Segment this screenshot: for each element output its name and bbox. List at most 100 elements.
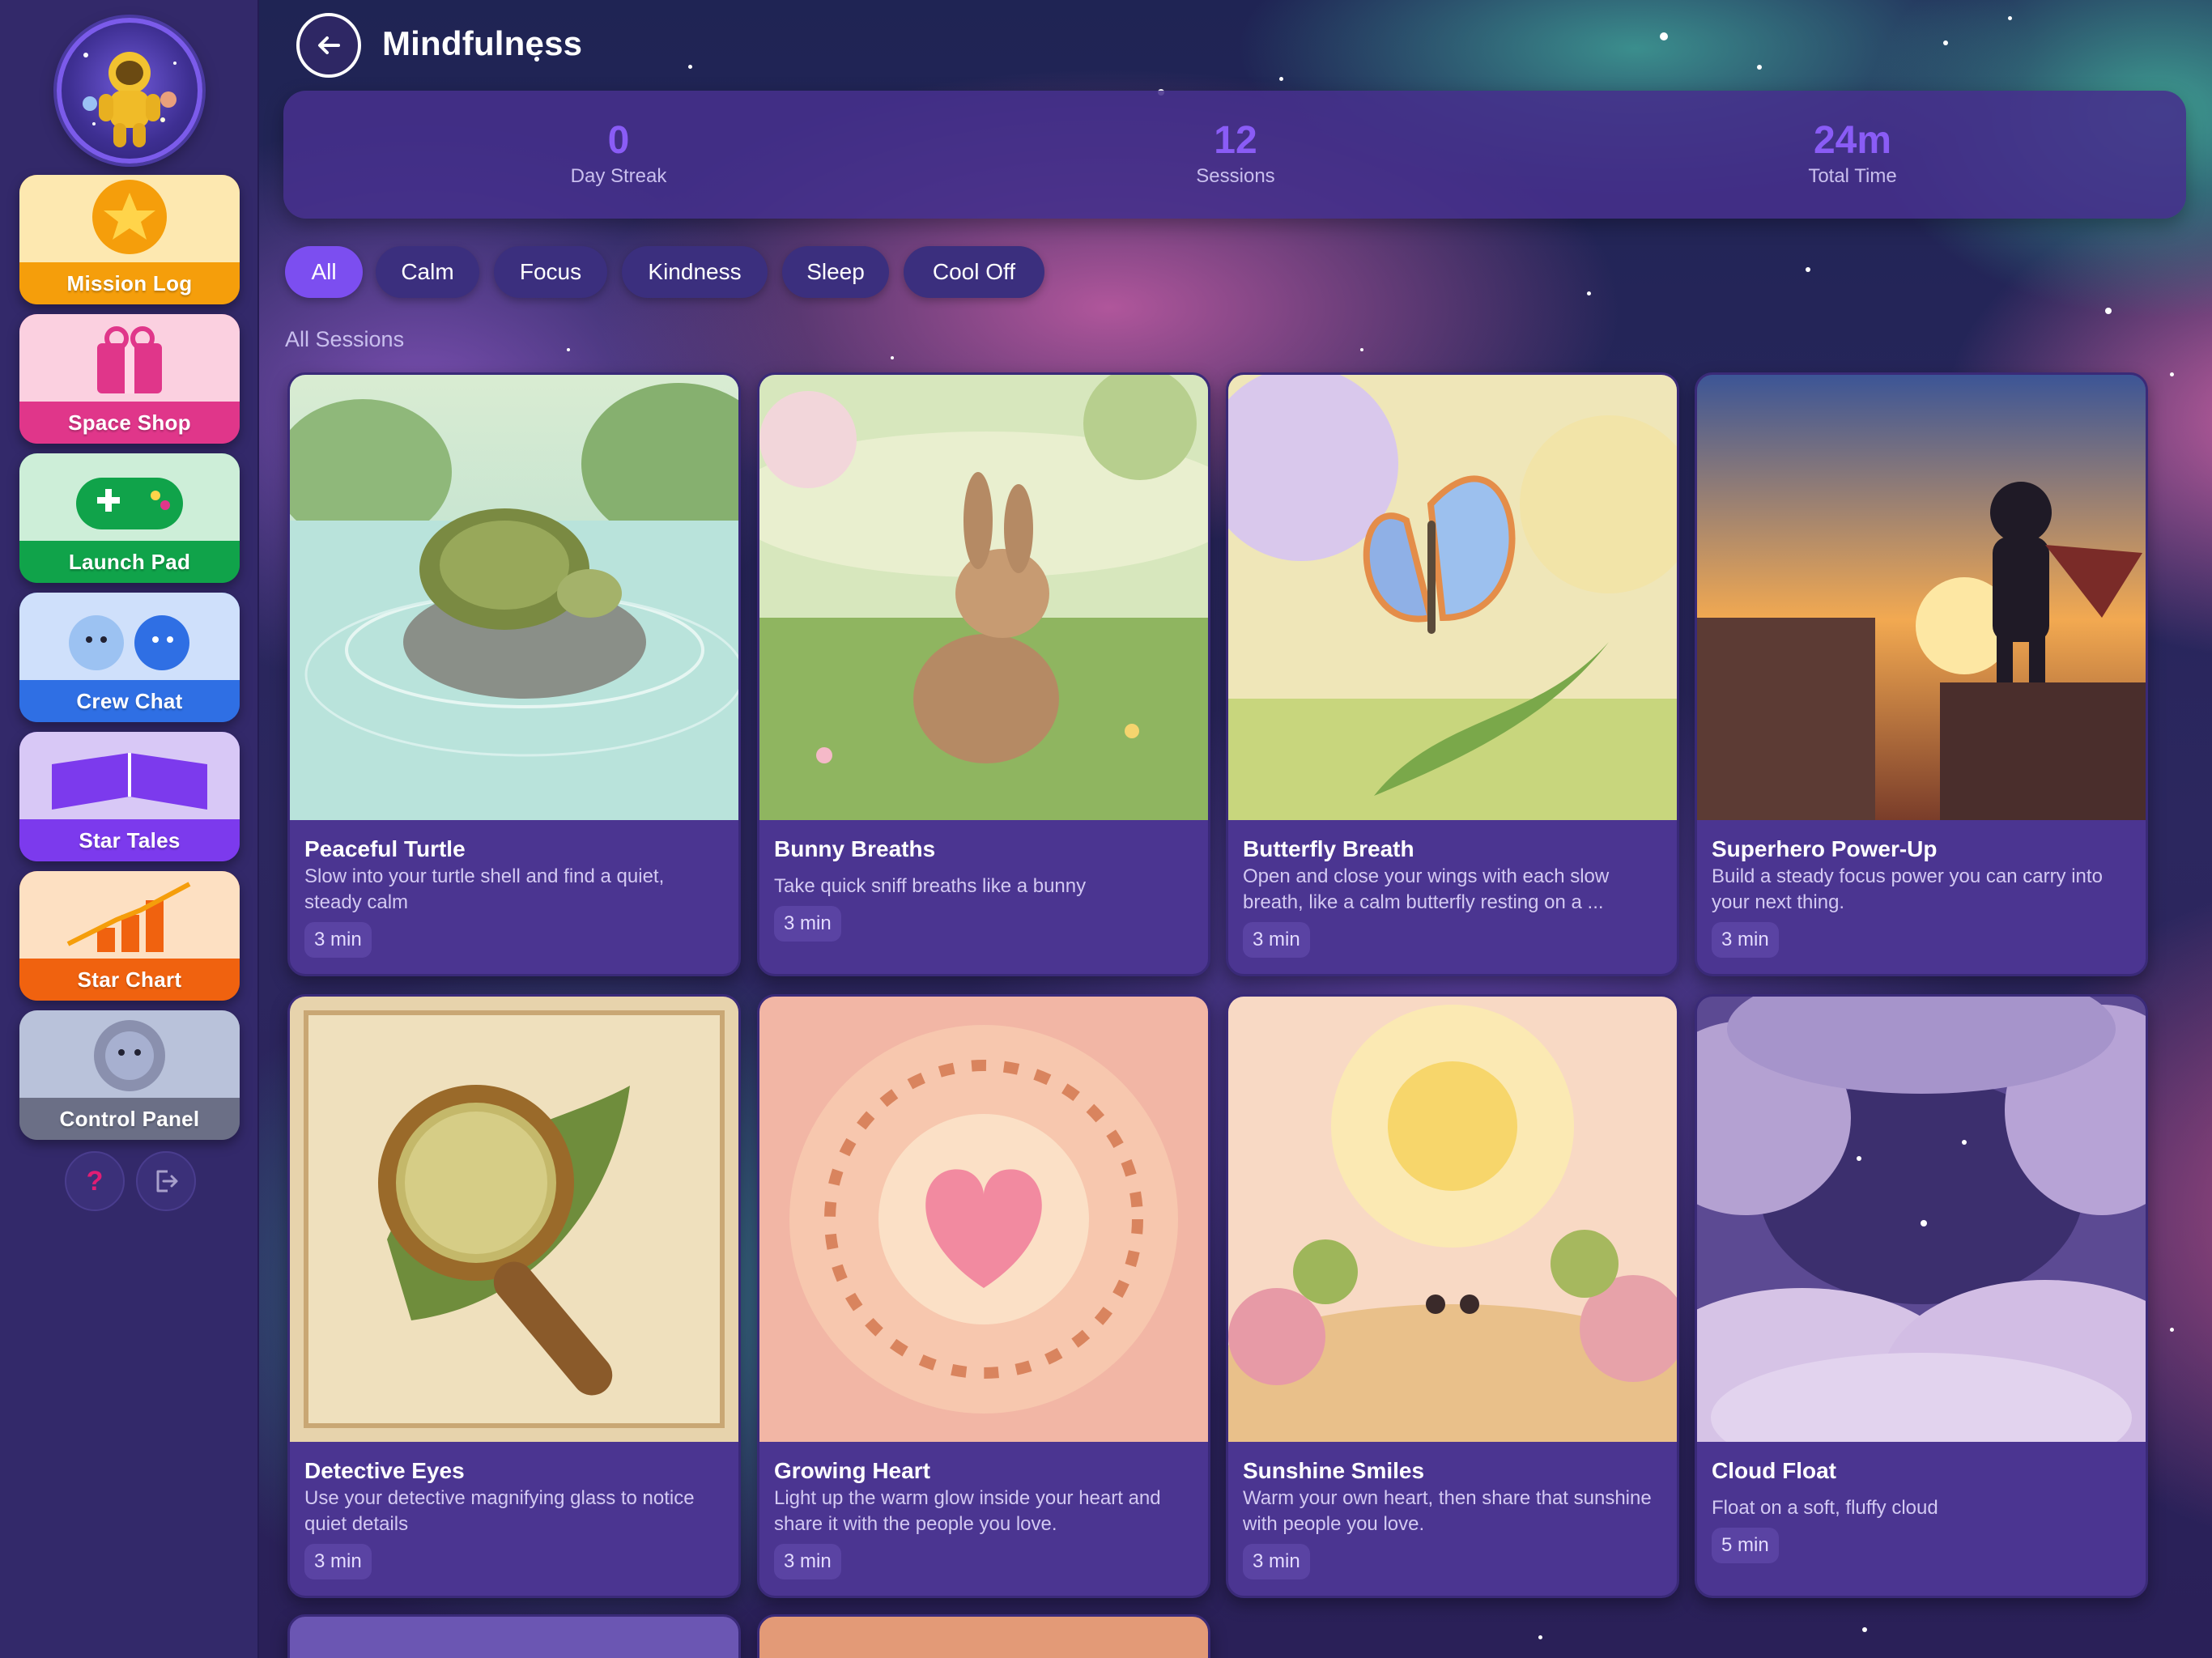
star-decoration: [1587, 291, 1591, 295]
nav-mission-log[interactable]: Mission Log: [19, 175, 240, 304]
session-description: Open and close your wings with each slow…: [1243, 865, 1610, 913]
session-description: Take quick sniff breaths like a bunny: [774, 875, 1087, 897]
session-card-growing-heart[interactable]: Growing Heart Light up the warm glow ins…: [757, 994, 1210, 1598]
nav-label: Control Panel: [19, 1098, 240, 1140]
star-decoration: [2170, 1328, 2174, 1332]
duration-badge: 5 min: [1712, 1528, 1779, 1563]
session-card-cloud-float[interactable]: Cloud Float Float on a soft, fluffy clou…: [1695, 994, 2148, 1598]
session-description: Slow into your turtle shell and find a q…: [304, 865, 665, 913]
session-description: Light up the warm glow inside your heart…: [774, 1487, 1161, 1535]
nav-label: Launch Pad: [19, 541, 240, 583]
nav-launch-pad[interactable]: Launch Pad: [19, 453, 240, 583]
filter-chip-all[interactable]: All: [285, 246, 363, 298]
star-decoration: [1538, 1635, 1542, 1639]
chat-icon: [19, 593, 240, 680]
session-card-peaceful-turtle[interactable]: Peaceful Turtle Slow into your turtle sh…: [287, 372, 741, 976]
nav-crew-chat[interactable]: Crew Chat: [19, 593, 240, 722]
session-title: Bunny Breaths: [774, 836, 936, 861]
star-decoration: [891, 356, 894, 359]
duration-badge: 3 min: [774, 906, 841, 942]
star-decoration: [1806, 267, 1810, 272]
session-title: Detective Eyes: [304, 1458, 465, 1483]
filter-chip-sleep[interactable]: Sleep: [782, 246, 889, 298]
nav-star-chart[interactable]: Star Chart: [19, 871, 240, 1001]
star-decoration: [688, 65, 692, 69]
gear-icon: [19, 1010, 240, 1098]
heart-illustration: [759, 997, 1208, 1442]
help-button[interactable]: ?: [65, 1151, 125, 1211]
session-title: Peaceful Turtle: [304, 836, 466, 861]
star-decoration: [1943, 40, 1948, 45]
avatar[interactable]: [57, 18, 202, 164]
turtle-illustration: [290, 375, 738, 820]
session-description: Build a steady focus power you can carry…: [1712, 865, 2103, 913]
session-card-sunshine-smiles[interactable]: Sunshine Smiles Warm your own heart, the…: [1226, 994, 1679, 1598]
stat-label: Day Streak: [570, 165, 667, 187]
nav-label: Space Shop: [19, 402, 240, 444]
filter-chip-cool-off[interactable]: Cool Off: [904, 246, 1044, 298]
session-description: Float on a soft, fluffy cloud: [1712, 1497, 1938, 1519]
session-description: Warm your own heart, then share that sun…: [1243, 1487, 1652, 1535]
session-title: Superhero Power-Up: [1712, 836, 1938, 861]
nav-label: Crew Chat: [19, 680, 240, 722]
session-card-butterfly-breath[interactable]: Butterfly Breath Open and close your win…: [1226, 372, 1679, 976]
nav-space-shop[interactable]: Space Shop: [19, 314, 240, 444]
star-decoration: [2170, 372, 2174, 376]
stat-day-streak: 0 Day Streak: [457, 91, 781, 188]
stat-value: 24m: [1813, 119, 1892, 162]
duration-badge: 3 min: [1712, 922, 1779, 958]
session-title: Sunshine Smiles: [1243, 1458, 1425, 1483]
nav-label: Star Tales: [19, 819, 240, 861]
nav-label: Mission Log: [19, 262, 240, 304]
session-card-superhero-power-up[interactable]: Superhero Power-Up Build a steady focus …: [1695, 372, 2148, 976]
duration-badge: 3 min: [1243, 1544, 1310, 1579]
magnifying-glass-illustration: [290, 997, 738, 1442]
star-decoration: [1360, 348, 1363, 351]
page-title: Mindfulness: [382, 24, 583, 62]
stat-label: Total Time: [1808, 165, 1897, 187]
filter-chip-calm[interactable]: Calm: [376, 246, 479, 298]
sunshine-illustration: [1228, 997, 1677, 1442]
astronaut-avatar-icon: [83, 52, 177, 147]
duration-badge: 3 min: [304, 922, 372, 958]
logout-button[interactable]: [136, 1151, 196, 1211]
duration-badge: 3 min: [1243, 922, 1310, 958]
star-decoration: [1660, 32, 1668, 40]
duration-badge: 3 min: [304, 1544, 372, 1579]
star-decoration: [1757, 65, 1762, 70]
star-decoration: [567, 348, 570, 351]
star-decoration: [1862, 1627, 1867, 1632]
star-decoration: [1279, 77, 1283, 81]
session-description: Use your detective magnifying glass to n…: [304, 1487, 695, 1535]
stat-value: 0: [607, 119, 630, 162]
help-icon: ?: [87, 1166, 104, 1197]
nav-control-panel[interactable]: Control Panel: [19, 1010, 240, 1140]
back-button[interactable]: [296, 13, 361, 78]
session-card-partial[interactable]: [757, 1614, 1210, 1658]
stat-label: Sessions: [1196, 165, 1275, 187]
star-icon: [19, 175, 240, 262]
nav-label: Star Chart: [19, 959, 240, 1001]
session-card-bunny-breaths[interactable]: Bunny Breaths Take quick sniff breaths l…: [757, 372, 1210, 976]
book-icon: [19, 732, 240, 819]
chart-icon: [19, 871, 240, 959]
stat-total-time: 24m Total Time: [1691, 91, 2014, 188]
duration-badge: 3 min: [774, 1544, 841, 1579]
session-card-detective-eyes[interactable]: Detective Eyes Use your detective magnif…: [287, 994, 741, 1598]
cloud-illustration: [1697, 997, 2146, 1442]
session-card-partial[interactable]: [287, 1614, 741, 1658]
svg-text:?: ?: [87, 1166, 104, 1197]
session-title: Growing Heart: [774, 1458, 930, 1483]
app-root: Mindfulness 0 Day Streak 12 Sessions 24m…: [0, 0, 2212, 1658]
filter-chip-focus[interactable]: Focus: [494, 246, 607, 298]
filter-chip-kindness[interactable]: Kindness: [622, 246, 768, 298]
arrow-left-icon: [318, 36, 340, 54]
nav-star-tales[interactable]: Star Tales: [19, 732, 240, 861]
section-label: All Sessions: [285, 327, 405, 351]
superhero-illustration: [1697, 375, 2146, 820]
logout-icon: [156, 1170, 178, 1192]
session-title: Cloud Float: [1712, 1458, 1836, 1483]
session-title: Butterfly Breath: [1243, 836, 1414, 861]
stats-panel: 0 Day Streak 12 Sessions 24m Total Time: [283, 91, 2186, 219]
butterfly-illustration: [1228, 375, 1677, 820]
